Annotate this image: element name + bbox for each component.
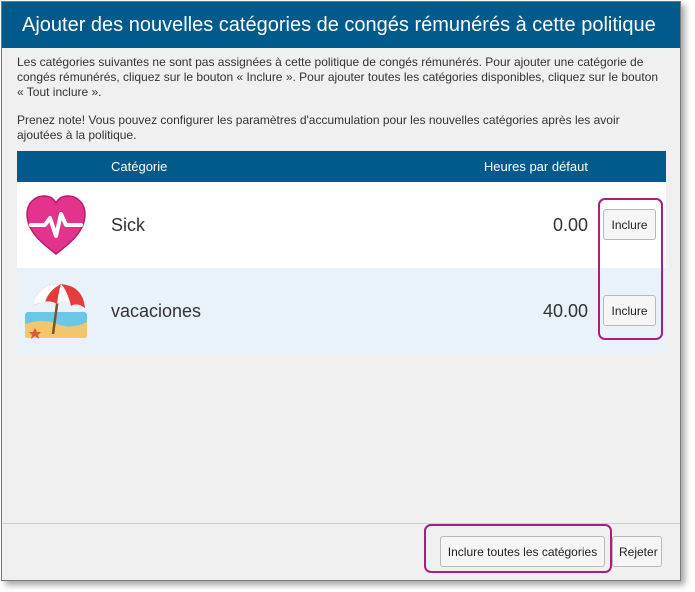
dialog-description: Les catégories suivantes ne sont pas ass… <box>17 55 659 99</box>
add-categories-dialog: Ajouter des nouvelles catégories de cong… <box>1 1 681 581</box>
heart-pulse-icon <box>26 195 86 255</box>
column-header-category: Catégorie <box>111 159 168 174</box>
beach-umbrella-icon <box>25 284 87 339</box>
grid-header: Catégorie Heures par défaut <box>17 151 666 182</box>
column-header-default-hours: Heures par défaut <box>483 159 588 174</box>
dialog-title: Ajouter des nouvelles catégories de cong… <box>2 2 680 48</box>
include-buttons-highlight <box>598 198 663 340</box>
table-row: Sick 0.00 Inclure <box>17 182 666 268</box>
default-hours: 0.00 <box>552 215 588 235</box>
dialog-note: Prenez note! Vous pouvez configurer les … <box>17 113 620 142</box>
categories-grid: Catégorie Heures par défaut Sick 0.00 In… <box>17 151 666 354</box>
include-all-highlight <box>424 524 612 573</box>
table-row: vacaciones 40.00 Inclure <box>17 268 666 354</box>
reject-button[interactable]: Rejeter <box>612 536 662 567</box>
default-hours: 40.00 <box>542 301 588 321</box>
category-name: Sick <box>111 215 146 235</box>
category-name: vacaciones <box>111 301 202 321</box>
